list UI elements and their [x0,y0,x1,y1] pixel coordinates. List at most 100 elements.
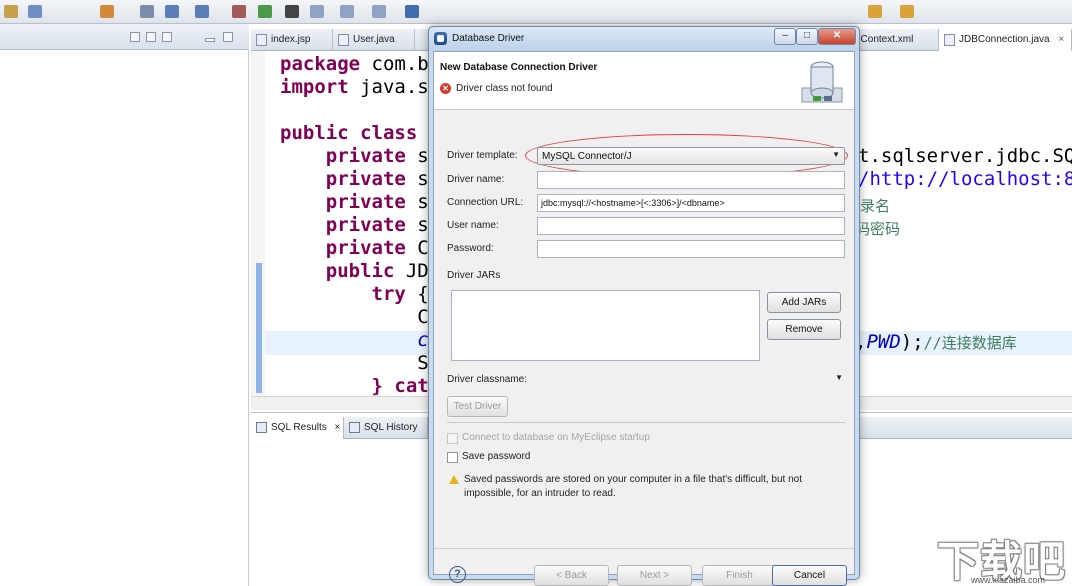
password-label: Password: [447,243,494,254]
tab-sql-results[interactable]: SQL Results × [251,417,344,439]
minimize-button[interactable]: – [774,28,796,45]
driver-name-label: Driver name: [447,174,505,185]
toolbar-icon[interactable] [4,5,18,18]
link-icon[interactable] [162,32,172,42]
change-marker [256,263,262,393]
banner-error-message: Driver class not found [456,83,553,94]
save-password-label: Save password [462,451,531,462]
dialog-title: Database Driver [452,33,525,44]
footer-separator [434,548,854,549]
tab-label: User.java [353,34,395,45]
toolbar-icon[interactable] [310,5,324,18]
tab-label: SQL Results [271,422,327,433]
cancel-button[interactable]: Cancel [772,565,847,586]
driver-jars-list[interactable] [451,290,760,361]
driver-classname-label: Driver classname: [447,374,528,385]
database-driver-dialog: Database Driver – □ ✕ New Database Conne… [428,26,860,586]
tab-label: eContext.xml [855,34,914,45]
code-line: private st [280,191,440,213]
sql-results-icon [256,422,267,433]
sql-history-icon [349,422,360,433]
watermark: 下载吧 www.xiazaiba.com [935,528,1072,586]
code-line: private st [280,168,440,190]
editor-tab-index-jsp[interactable]: index.jsp [251,29,333,51]
toolbar-icon[interactable] [100,5,114,18]
myeclipse-icon [434,32,447,45]
toolbar-icon[interactable] [372,5,386,18]
code-line: public JDB [280,260,441,282]
driver-jars-label: Driver JARs [447,270,501,281]
toolbar-icon[interactable] [285,5,299,18]
toolbar-icon[interactable] [28,5,42,18]
tab-label: index.jsp [271,34,311,45]
java-file-icon [944,34,955,46]
code-comment: 码密码 [855,220,901,238]
code-fragment: /http://localhost:80 [858,168,1072,190]
left-panel-tabbar [0,24,249,50]
code-fragment: ,PWD);//连接数据库 [855,331,1017,353]
editor-tab-user-java[interactable]: User.java [333,29,415,51]
toolbar-icon[interactable] [900,5,914,18]
tab-sql-history[interactable]: SQL History [344,417,428,439]
code-line: try { [280,283,429,305]
jsp-file-icon [256,34,267,46]
code-line: import java.sq [280,76,441,98]
ide-toolbar [0,0,1072,24]
toolbar-icon[interactable] [258,5,272,18]
toolbar-icon[interactable] [340,5,354,18]
connection-url-label: Connection URL: [447,197,524,208]
minimize-icon[interactable] [205,38,215,42]
next-button[interactable]: Next > [617,565,692,586]
test-driver-button[interactable]: Test Driver [447,396,508,417]
driver-template-value: MySQL Connector/J [542,151,632,162]
code-comment: 录名 [860,197,891,215]
dialog-titlebar[interactable]: Database Driver – □ ✕ [429,27,859,51]
driver-classname-select[interactable]: ▼ [537,370,845,388]
toolbar-icon[interactable] [868,5,882,18]
connect-startup-checkbox[interactable] [447,433,458,444]
chevron-down-icon: ▼ [832,150,840,159]
separator [447,422,845,423]
editor-tab-jdbconnection-java[interactable]: JDBConnection.java × [939,29,1072,51]
code-line: package com.be [280,53,441,75]
toolbar-icon[interactable] [195,5,209,18]
toolbar-icon[interactable] [405,5,419,18]
save-password-checkbox[interactable] [447,452,458,463]
maximize-icon[interactable] [223,32,233,42]
code-line: private st [280,145,440,167]
user-name-label: User name: [447,220,499,231]
close-icon[interactable]: × [335,422,341,433]
code-line: Sy [280,352,441,374]
help-icon[interactable]: ? [449,566,466,583]
remove-button[interactable]: Remove [767,319,841,340]
code-line: } cat [280,375,429,396]
password-field[interactable] [537,240,845,258]
password-warning-text: Saved passwords are stored on your compu… [464,474,803,499]
dialog-banner: New Database Connection Driver ✕ Driver … [434,52,854,110]
add-jars-button[interactable]: Add JARs [767,292,841,313]
toolbar-icon[interactable] [165,5,179,18]
watermark-url: www.xiazaiba.com [971,575,1046,585]
close-button[interactable]: ✕ [818,28,856,45]
editor-tab-context-xml[interactable]: eContext.xml [849,29,939,51]
toolbar-icon[interactable] [140,5,154,18]
tab-label: JDBConnection.java [959,34,1050,45]
code-line: Cl [280,306,441,328]
user-name-field[interactable] [537,217,845,235]
back-button[interactable]: < Back [534,565,609,586]
toolbar-icon[interactable] [232,5,246,18]
dialog-body: New Database Connection Driver ✕ Driver … [433,51,855,586]
connect-startup-label: Connect to database on MyEclipse startup [462,432,650,443]
tab-label: SQL History [364,422,418,433]
close-icon[interactable]: × [1058,34,1064,45]
driver-template-label: Driver template: [447,150,518,161]
view-menu-icon[interactable] [130,32,140,42]
driver-template-select[interactable]: MySQL Connector/J ▼ [537,147,845,165]
collapse-icon[interactable] [146,32,156,42]
connection-url-field[interactable]: jdbc:mysql://<hostname>[<:3306>]/<dbname… [537,194,845,212]
banner-title: New Database Connection Driver [440,62,598,73]
driver-name-field[interactable] [537,171,845,189]
maximize-button[interactable]: □ [796,28,818,45]
chevron-down-icon: ▼ [835,373,843,382]
finish-button[interactable]: Finish [702,565,777,586]
